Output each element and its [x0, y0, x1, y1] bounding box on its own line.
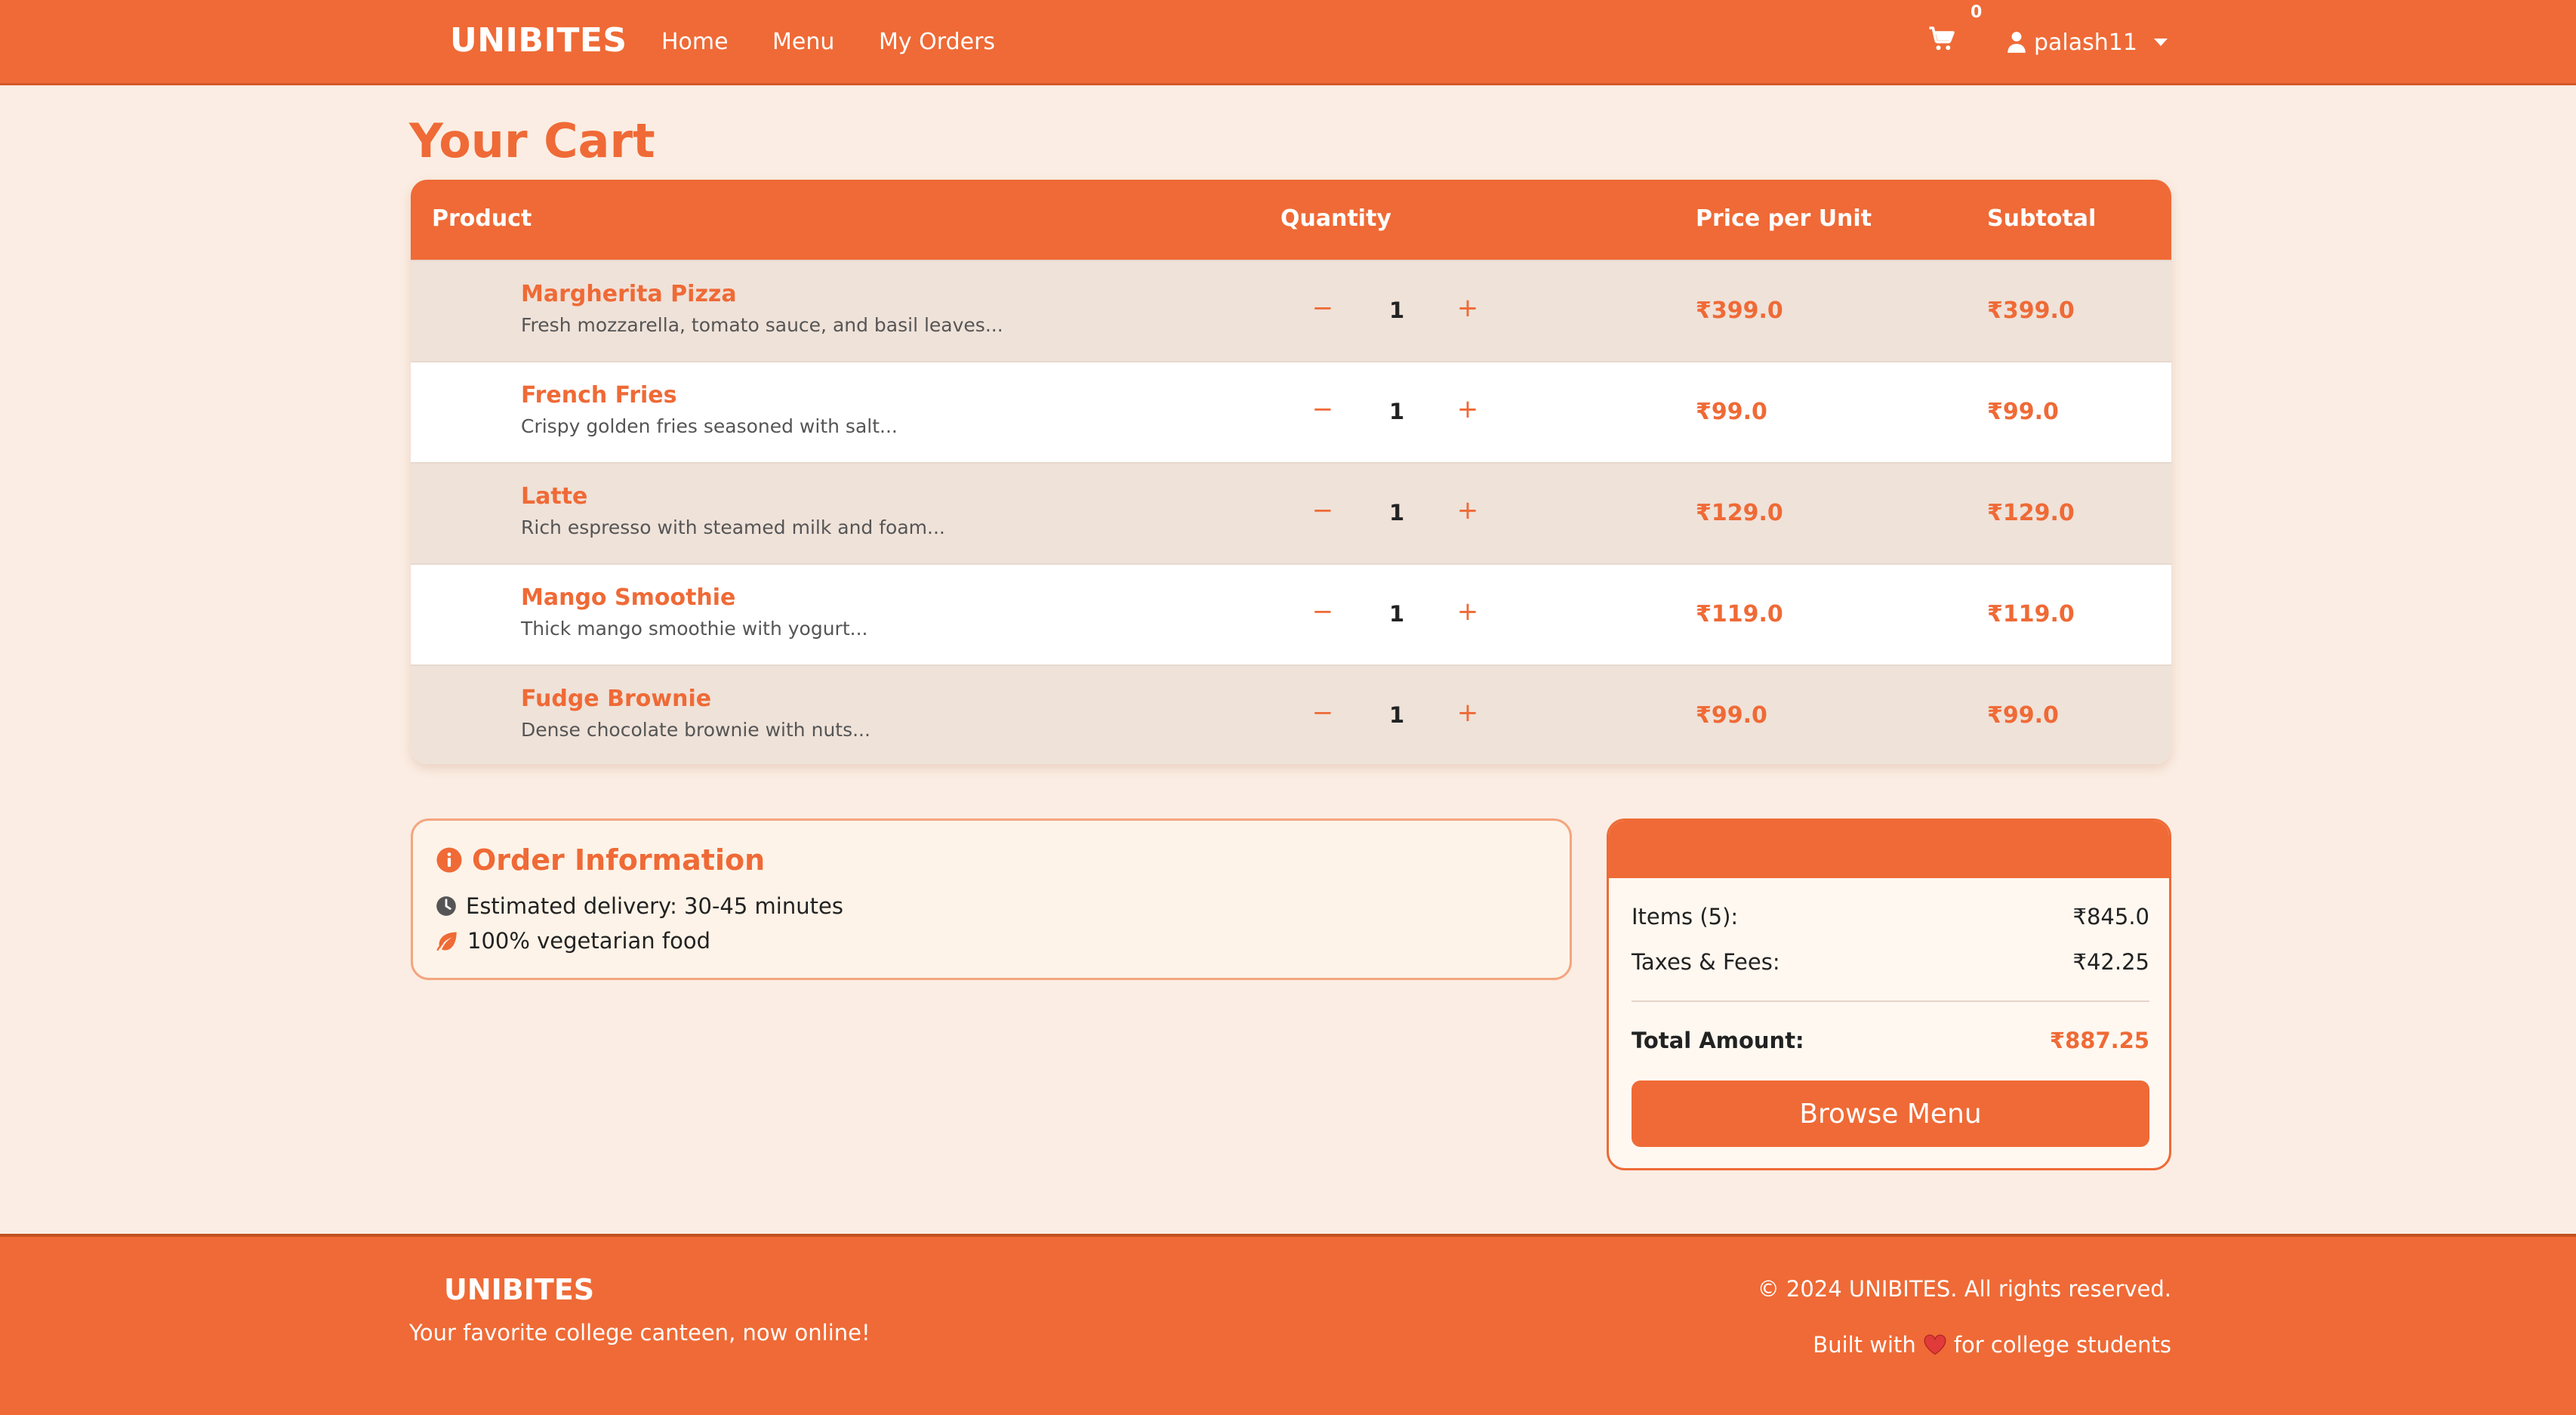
delivery-estimate: Estimated delivery: 30-45 minutes — [436, 893, 843, 919]
increase-quantity-button[interactable]: + — [1451, 595, 1484, 628]
total-amount-row: Total Amount: ₹887.25 — [1632, 1028, 2149, 1053]
product-name[interactable]: Fudge Brownie — [521, 686, 711, 712]
increase-quantity-button[interactable]: + — [1451, 393, 1484, 426]
product-description: Thick mango smoothie with yogurt... — [521, 618, 868, 640]
cart-row: Fudge Brownie Dense chocolate brownie wi… — [411, 664, 2171, 764]
footer-tagline: Your favorite college canteen, now onlin… — [409, 1320, 870, 1346]
row-subtotal: ₹129.0 — [1987, 500, 2075, 526]
quantity-value: 1 — [1389, 601, 1405, 627]
increase-quantity-button[interactable]: + — [1451, 494, 1484, 527]
unit-price: ₹99.0 — [1696, 702, 1767, 729]
decrease-quantity-button[interactable]: − — [1306, 595, 1339, 628]
cart-row: Mango Smoothie Thick mango smoothie with… — [411, 563, 2171, 664]
order-information-heading: Order Information — [436, 843, 765, 877]
items-label: Items (5): — [1632, 904, 1739, 929]
footer-built-with: Built with for college students — [1813, 1332, 2171, 1358]
nav-link-home[interactable]: Home — [661, 29, 729, 55]
total-label: Total Amount: — [1632, 1028, 1804, 1053]
decrease-quantity-button[interactable]: − — [1306, 393, 1339, 426]
quantity-value: 1 — [1389, 702, 1405, 728]
product-description: Rich espresso with steamed milk and foam… — [521, 516, 945, 538]
quantity-value: 1 — [1389, 297, 1405, 323]
decrease-quantity-button[interactable]: − — [1306, 696, 1339, 729]
header-quantity: Quantity — [1280, 205, 1391, 232]
decrease-quantity-button[interactable]: − — [1306, 291, 1339, 325]
nav-link-menu[interactable]: Menu — [772, 29, 834, 55]
navbar: UNIBITES Home Menu My Orders 0 palash11 — [0, 0, 2576, 85]
cart-row: Latte Rich espresso with steamed milk an… — [411, 462, 2171, 563]
product-description: Fresh mozzarella, tomato sauce, and basi… — [521, 314, 1003, 336]
nav-link-my-orders[interactable]: My Orders — [879, 29, 995, 55]
built-with-prefix: Built with — [1813, 1332, 1916, 1358]
vegetarian-note: 100% vegetarian food — [436, 928, 710, 954]
row-subtotal: ₹99.0 — [1987, 399, 2059, 425]
cart-row: Margherita Pizza Fresh mozzarella, tomat… — [411, 260, 2171, 361]
page-title: Your Cart — [409, 113, 655, 168]
user-icon — [2007, 32, 2026, 53]
delivery-estimate-text: Estimated delivery: 30-45 minutes — [466, 893, 843, 919]
vegetarian-note-text: 100% vegetarian food — [467, 928, 710, 954]
clock-icon — [436, 896, 456, 916]
quantity-value: 1 — [1389, 500, 1405, 526]
unit-price: ₹129.0 — [1696, 500, 1783, 526]
cart-row: French Fries Crispy golden fries seasone… — [411, 361, 2171, 462]
product-name[interactable]: Margherita Pizza — [521, 281, 737, 307]
header-product: Product — [432, 205, 532, 232]
cart-button[interactable] — [1928, 26, 1958, 56]
heart-icon — [1924, 1334, 1946, 1355]
increase-quantity-button[interactable]: + — [1451, 291, 1484, 325]
product-name[interactable]: Mango Smoothie — [521, 584, 735, 611]
row-subtotal: ₹119.0 — [1987, 601, 2075, 627]
items-value: ₹845.0 — [2072, 904, 2149, 929]
cart-table-header: Product Quantity Price per Unit Subtotal — [411, 180, 2171, 260]
product-description: Dense chocolate brownie with nuts... — [521, 719, 870, 741]
footer-copyright: © 2024 UNIBITES. All rights reserved. — [1757, 1276, 2171, 1302]
product-name[interactable]: French Fries — [521, 382, 677, 408]
user-menu-dropdown[interactable]: palash11 — [2007, 27, 2168, 57]
product-name[interactable]: Latte — [521, 483, 587, 510]
order-information-card: Order Information Estimated delivery: 30… — [411, 818, 1572, 980]
order-summary-card: Items (5): ₹845.0 Taxes & Fees: ₹42.25 T… — [1607, 818, 2171, 1170]
taxes-label: Taxes & Fees: — [1632, 949, 1780, 975]
brand-logo[interactable]: UNIBITES — [450, 21, 627, 60]
leaf-icon — [436, 932, 457, 951]
header-price: Price per Unit — [1696, 205, 1872, 232]
row-subtotal: ₹399.0 — [1987, 297, 2075, 324]
order-summary-header — [1609, 821, 2169, 878]
total-value: ₹887.25 — [2049, 1028, 2149, 1053]
summary-divider — [1632, 1000, 2149, 1002]
quantity-value: 1 — [1389, 399, 1405, 424]
decrease-quantity-button[interactable]: − — [1306, 494, 1339, 527]
cart-table: Product Quantity Price per Unit Subtotal… — [411, 180, 2171, 764]
unit-price: ₹119.0 — [1696, 601, 1783, 627]
taxes-row: Taxes & Fees: ₹42.25 — [1632, 949, 2149, 975]
cart-count-badge: 0 — [1971, 3, 1983, 22]
built-with-suffix: for college students — [1953, 1332, 2171, 1358]
header-subtotal: Subtotal — [1987, 205, 2097, 232]
footer: UNIBITES Your favorite college canteen, … — [0, 1234, 2576, 1415]
unit-price: ₹99.0 — [1696, 399, 1767, 425]
browse-menu-button[interactable]: Browse Menu — [1632, 1081, 2149, 1147]
row-subtotal: ₹99.0 — [1987, 702, 2059, 729]
product-description: Crispy golden fries seasoned with salt..… — [521, 415, 898, 437]
unit-price: ₹399.0 — [1696, 297, 1783, 324]
taxes-value: ₹42.25 — [2072, 949, 2149, 975]
info-circle-icon — [436, 847, 462, 873]
items-total-row: Items (5): ₹845.0 — [1632, 904, 2149, 929]
username-label: palash11 — [2034, 29, 2137, 56]
footer-brand: UNIBITES — [444, 1273, 595, 1306]
cart-icon — [1929, 26, 1955, 51]
caret-down-icon — [2153, 39, 2168, 46]
order-information-title: Order Information — [472, 843, 766, 877]
increase-quantity-button[interactable]: + — [1451, 696, 1484, 729]
